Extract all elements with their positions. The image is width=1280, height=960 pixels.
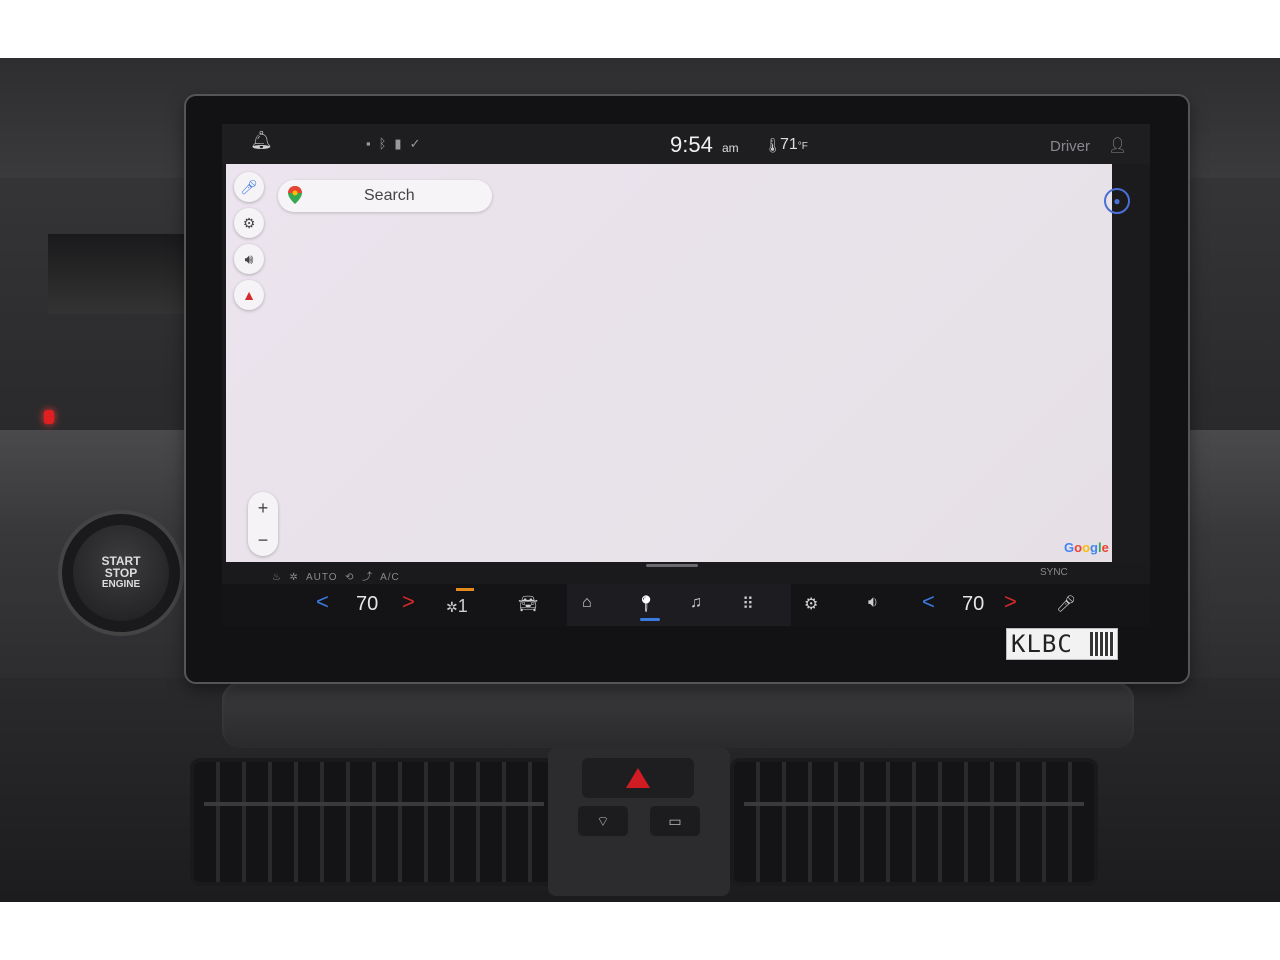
volume-icon: 🔊︎	[244, 250, 254, 267]
map-settings-button[interactable]: ⚙	[234, 208, 264, 238]
fan-icon: ✲	[446, 599, 458, 615]
rear-defrost-icon: ▭	[668, 813, 682, 829]
sync-label: SYNC	[1040, 567, 1068, 578]
infotainment-screen: 🔔︎ ▪ᛒ▮✓ 9:54 am 🌡︎ 71°F Driver 👤︎ 🎤︎ ⚙ 🔊…	[222, 124, 1150, 626]
dealer-sticker: KLBC	[1006, 628, 1118, 660]
seat-heat-icon: ♨	[272, 572, 282, 583]
home-icon[interactable]: ⌂	[582, 594, 592, 612]
google-attribution: Google	[1064, 540, 1109, 555]
rear-defrost-button[interactable]: ▭	[650, 806, 700, 836]
left-air-vent	[48, 234, 198, 314]
app-grid-icon[interactable]: ⠿	[742, 594, 754, 614]
account-icon[interactable]: ●	[1104, 188, 1130, 214]
hazard-icon	[626, 768, 650, 788]
stop-label: STOP	[104, 566, 138, 580]
zoom-in-button[interactable]: +	[248, 492, 278, 524]
microphone-icon[interactable]: 🎤︎	[1056, 594, 1076, 614]
bell-icon[interactable]: 🔔︎	[250, 130, 273, 151]
driver-temperature: 70	[356, 593, 379, 615]
start-stop-ring: START STOP ENGINE	[62, 514, 180, 632]
search-input[interactable]: Search	[364, 187, 415, 205]
music-icon[interactable]: ♫	[690, 594, 702, 612]
hazard-panel: ⌔ ▭	[548, 748, 730, 896]
front-defrost-icon: ⌔	[596, 813, 610, 829]
volume-button[interactable]: 🔊︎	[234, 244, 264, 274]
settings-icon: ⚙	[242, 214, 256, 231]
driver-temp-up-button[interactable]: >	[402, 589, 415, 615]
clock-ampm: am	[722, 141, 739, 155]
logo-letter: e	[1101, 540, 1109, 555]
auto-label: AUTO	[305, 572, 338, 583]
logo-letter: g	[1090, 540, 1098, 555]
fan-speed-value: 1	[457, 596, 468, 616]
clock-time: 9:54	[670, 132, 713, 157]
front-defrost-button[interactable]: ⌔	[578, 806, 628, 836]
airflow-icon: ⤴	[362, 572, 374, 583]
qr-code-icon	[1090, 632, 1114, 656]
logo-letter: G	[1064, 540, 1075, 555]
voice-button[interactable]: 🎤︎	[234, 172, 264, 202]
zoom-control: + −	[248, 492, 278, 556]
user-icon[interactable]: 👤︎	[1108, 136, 1127, 154]
driver-temp-down-button[interactable]: <	[316, 589, 329, 615]
outside-temperature: 71°F	[780, 136, 808, 154]
passenger-temp-up-button[interactable]: >	[1004, 589, 1017, 615]
active-app-segment	[567, 584, 791, 626]
sticker-text: KLBC	[1011, 630, 1073, 658]
compass-icon: ▲	[242, 287, 256, 303]
vehicle-icon[interactable]: 🚘︎	[518, 594, 538, 614]
climate-status: ♨ ✲ AUTO ⟲ ⤴ A/C	[272, 568, 400, 583]
center-vent-right	[730, 758, 1098, 886]
trim-bar	[222, 682, 1134, 748]
center-vent-left	[190, 758, 558, 886]
compass-button[interactable]: ▲	[234, 280, 264, 310]
engine-label: ENGINE	[101, 579, 141, 590]
search-bar[interactable]: Search	[278, 180, 492, 212]
active-indicator	[640, 618, 660, 621]
temp-unit: °F	[797, 141, 808, 152]
zoom-out-button[interactable]: −	[248, 524, 278, 556]
fan-speed-button[interactable]: ✲1	[446, 596, 468, 617]
logo-letter: o	[1082, 540, 1091, 555]
status-icons: ▪ᛒ▮✓	[366, 136, 428, 152]
fan-icon: ✲	[289, 572, 299, 583]
google-maps-pin-icon	[288, 186, 302, 204]
microphone-icon: 🎤︎	[240, 178, 258, 195]
ac-label: A/C	[380, 572, 400, 583]
map-view[interactable]: 🎤︎ ⚙ 🔊︎ ▲ Search ● + − Google	[226, 164, 1130, 562]
hazard-button[interactable]	[582, 758, 694, 798]
check-icon: ✓	[409, 136, 429, 151]
fan-level-indicator	[456, 588, 474, 591]
drawer-handle[interactable]	[646, 564, 698, 567]
bottom-dock: < 70 > ✲1 🚘︎ ⌂ 📍︎ ♫ ⠿ ⚙ 🔉︎ < 70 > 🎤︎	[222, 584, 1150, 626]
message-icon: ▪	[366, 136, 379, 151]
logo-letter: o	[1074, 540, 1083, 555]
recirculate-icon: ⟲	[345, 572, 355, 583]
passenger-temp-down-button[interactable]: <	[922, 589, 935, 615]
outside-temp-value: 71	[780, 136, 798, 153]
status-bar: 🔔︎ ▪ᛒ▮✓ 9:54 am 🌡︎ 71°F Driver 👤︎	[222, 124, 1150, 164]
phone-icon: ▮	[394, 136, 410, 151]
passenger-temperature: 70	[962, 593, 985, 615]
infotainment-bezel: 🔔︎ ▪ᛒ▮✓ 9:54 am 🌡︎ 71°F Driver 👤︎ 🎤︎ ⚙ 🔊…	[186, 96, 1188, 682]
bluetooth-icon: ᛒ	[378, 136, 395, 151]
navigation-pin-icon[interactable]: 📍︎	[636, 594, 656, 614]
seatbelt-warning-light	[44, 410, 54, 424]
start-stop-engine-button[interactable]: START STOP ENGINE	[73, 525, 169, 621]
profile-label[interactable]: Driver	[1050, 138, 1090, 155]
volume-icon[interactable]: 🔉︎	[868, 594, 878, 612]
settings-icon[interactable]: ⚙	[804, 594, 818, 614]
